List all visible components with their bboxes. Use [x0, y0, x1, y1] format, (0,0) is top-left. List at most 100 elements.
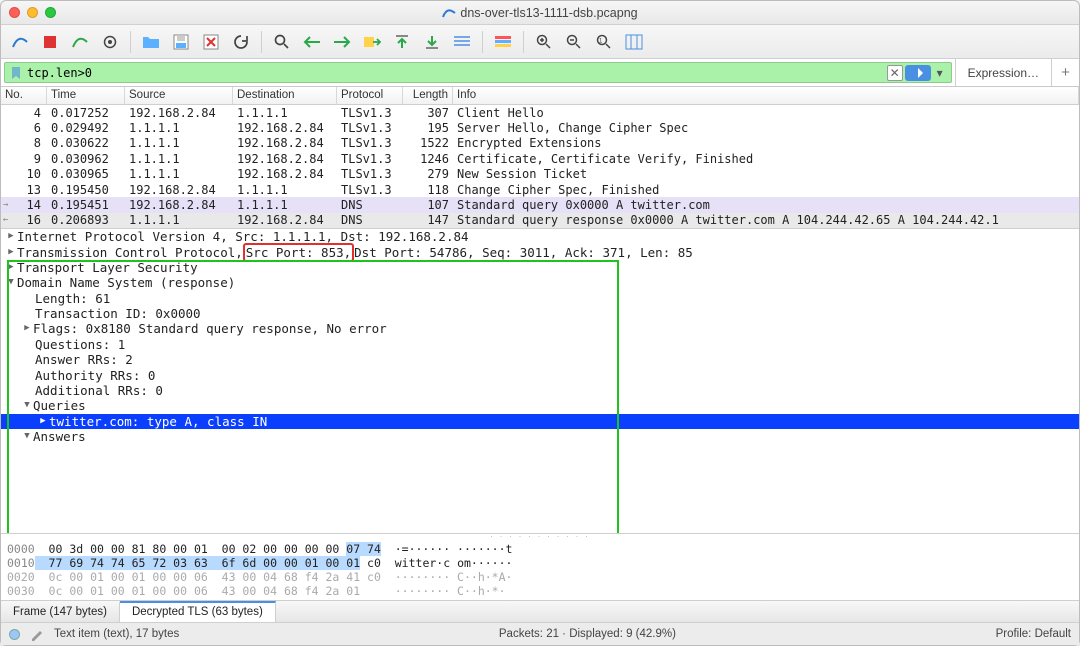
apply-filter-button[interactable]	[905, 65, 931, 81]
tab-decrypted-tls[interactable]: Decrypted TLS (63 bytes)	[120, 601, 276, 622]
zoom-out-button[interactable]	[561, 29, 587, 55]
tree-dns-answer-rrs[interactable]: Answer RRs: 2	[1, 352, 1079, 367]
zoom-window-button[interactable]	[45, 7, 56, 18]
fin-icon	[11, 33, 29, 51]
add-filter-button[interactable]: +	[1051, 59, 1079, 86]
go-last-button[interactable]	[419, 29, 445, 55]
packet-row[interactable]: ←160.2068931.1.1.1192.168.2.84DNS147Stan…	[1, 213, 1079, 228]
tcp-src-port-highlight: Src Port: 853,	[243, 243, 354, 262]
reload-button[interactable]	[228, 29, 254, 55]
status-left-text: Text item (text), 17 bytes	[54, 628, 179, 640]
go-to-packet-button[interactable]	[359, 29, 385, 55]
col-src[interactable]: Source	[125, 87, 233, 104]
colorize-icon	[494, 35, 512, 49]
edit-icon[interactable]	[30, 627, 44, 641]
bookmark-icon	[9, 66, 23, 80]
zoom-in-button[interactable]	[531, 29, 557, 55]
arrow-down-bar-icon	[424, 34, 440, 50]
zoom-reset-icon: 1	[596, 34, 612, 50]
arrow-left-icon	[303, 35, 321, 49]
auto-scroll-button[interactable]	[449, 29, 475, 55]
save-file-button[interactable]	[168, 29, 194, 55]
start-capture-button[interactable]	[7, 29, 33, 55]
status-bar: Text item (text), 17 bytes Packets: 21 ·…	[1, 623, 1079, 645]
packet-bytes-pane[interactable]: 0000 00 3d 00 00 81 80 00 01 00 02 00 00…	[1, 540, 1079, 601]
zoom-out-icon	[566, 34, 582, 50]
search-icon	[274, 34, 290, 50]
arrow-right-icon	[333, 35, 351, 49]
close-file-button[interactable]	[198, 29, 224, 55]
col-info[interactable]: Info	[453, 87, 1079, 104]
tree-dns-questions[interactable]: Questions: 1	[1, 337, 1079, 352]
main-toolbar: 1	[1, 25, 1079, 59]
filter-history-dropdown[interactable]: ▾	[933, 66, 947, 80]
packet-row[interactable]: 40.017252192.168.2.841.1.1.1TLSv1.3307Cl…	[1, 105, 1079, 120]
open-file-button[interactable]	[138, 29, 164, 55]
expert-info-button[interactable]	[9, 629, 20, 640]
col-time[interactable]: Time	[47, 87, 125, 104]
col-proto[interactable]: Protocol	[337, 87, 403, 104]
status-packets: Packets: 21 · Displayed: 9 (42.9%)	[499, 628, 676, 640]
tab-frame[interactable]: Frame (147 bytes)	[1, 601, 120, 622]
display-filter-input[interactable]	[27, 66, 883, 80]
bytes-tabs: Frame (147 bytes) Decrypted TLS (63 byte…	[1, 601, 1079, 623]
resize-columns-button[interactable]	[621, 29, 647, 55]
autoscroll-icon	[453, 35, 471, 49]
go-first-button[interactable]	[389, 29, 415, 55]
titlebar: dns-over-tls13-1111-dsb.pcapng	[1, 1, 1079, 25]
wireshark-fin-icon	[442, 6, 456, 20]
col-len[interactable]: Length	[403, 87, 453, 104]
restart-fin-icon	[71, 33, 89, 51]
resize-columns-icon	[625, 34, 643, 50]
packet-row[interactable]: 60.0294921.1.1.1192.168.2.84TLSv1.3195Se…	[1, 120, 1079, 135]
packet-details-pane[interactable]: ▶Internet Protocol Version 4, Src: 1.1.1…	[1, 229, 1079, 534]
col-no[interactable]: No.	[1, 87, 47, 104]
arrow-up-bar-icon	[394, 34, 410, 50]
tree-tls[interactable]: ▶Transport Layer Security	[1, 260, 1079, 275]
tree-dns-query-twitter[interactable]: ▶twitter.com: type A, class IN	[1, 414, 1079, 429]
packet-list-pane[interactable]: No. Time Source Destination Protocol Len…	[1, 87, 1079, 229]
find-packet-button[interactable]	[269, 29, 295, 55]
stop-capture-button[interactable]	[37, 29, 63, 55]
tree-dns-length[interactable]: Length: 61	[1, 291, 1079, 306]
display-filter-bar: ✕ ▾ Expression… +	[1, 59, 1079, 87]
tree-dns-answers[interactable]: ▼Answers	[1, 429, 1079, 444]
packet-row[interactable]: 80.0306221.1.1.1192.168.2.84TLSv1.31522E…	[1, 136, 1079, 151]
tree-dns-queries[interactable]: ▼Queries	[1, 398, 1079, 413]
tree-dns-txid[interactable]: Transaction ID: 0x0000	[1, 306, 1079, 321]
svg-text:1: 1	[599, 38, 603, 44]
packet-row[interactable]: 90.0309621.1.1.1192.168.2.84TLSv1.31246C…	[1, 151, 1079, 166]
minimize-window-button[interactable]	[27, 7, 38, 18]
window-title: dns-over-tls13-1111-dsb.pcapng	[1, 6, 1079, 20]
packet-list-header[interactable]: No. Time Source Destination Protocol Len…	[1, 87, 1079, 105]
packet-row[interactable]: →140.195451192.168.2.841.1.1.1DNS107Stan…	[1, 197, 1079, 212]
go-forward-button[interactable]	[329, 29, 355, 55]
close-file-icon	[203, 34, 219, 50]
gear-icon	[102, 34, 118, 50]
close-window-button[interactable]	[9, 7, 20, 18]
tree-dns-additional-rrs[interactable]: Additional RRs: 0	[1, 383, 1079, 398]
stop-icon	[42, 34, 58, 50]
tree-dns-flags[interactable]: ▶Flags: 0x8180 Standard query response, …	[1, 321, 1079, 336]
tree-tcp[interactable]: ▶Transmission Control Protocol, Src Port…	[1, 245, 1079, 260]
zoom-reset-button[interactable]: 1	[591, 29, 617, 55]
expression-button[interactable]: Expression…	[955, 59, 1051, 86]
restart-capture-button[interactable]	[67, 29, 93, 55]
status-profile[interactable]: Profile: Default	[996, 628, 1071, 640]
tree-dns-authority-rrs[interactable]: Authority RRs: 0	[1, 368, 1079, 383]
capture-options-button[interactable]	[97, 29, 123, 55]
display-filter-field[interactable]: ✕ ▾	[4, 62, 952, 83]
goto-icon	[363, 34, 381, 50]
colorize-button[interactable]	[490, 29, 516, 55]
zoom-in-icon	[536, 34, 552, 50]
go-back-button[interactable]	[299, 29, 325, 55]
reload-icon	[233, 34, 249, 50]
tree-dns[interactable]: ▼Domain Name System (response)	[1, 275, 1079, 290]
app-window: { "window": { "title": "dns-over-tls13-1…	[0, 0, 1080, 646]
packet-row[interactable]: 100.0309651.1.1.1192.168.2.84TLSv1.3279N…	[1, 167, 1079, 182]
packet-row[interactable]: 130.195450192.168.2.841.1.1.1TLSv1.3118C…	[1, 182, 1079, 197]
tree-ip[interactable]: ▶Internet Protocol Version 4, Src: 1.1.1…	[1, 229, 1079, 244]
col-dst[interactable]: Destination	[233, 87, 337, 104]
clear-filter-button[interactable]: ✕	[887, 65, 903, 81]
folder-icon	[142, 34, 160, 49]
